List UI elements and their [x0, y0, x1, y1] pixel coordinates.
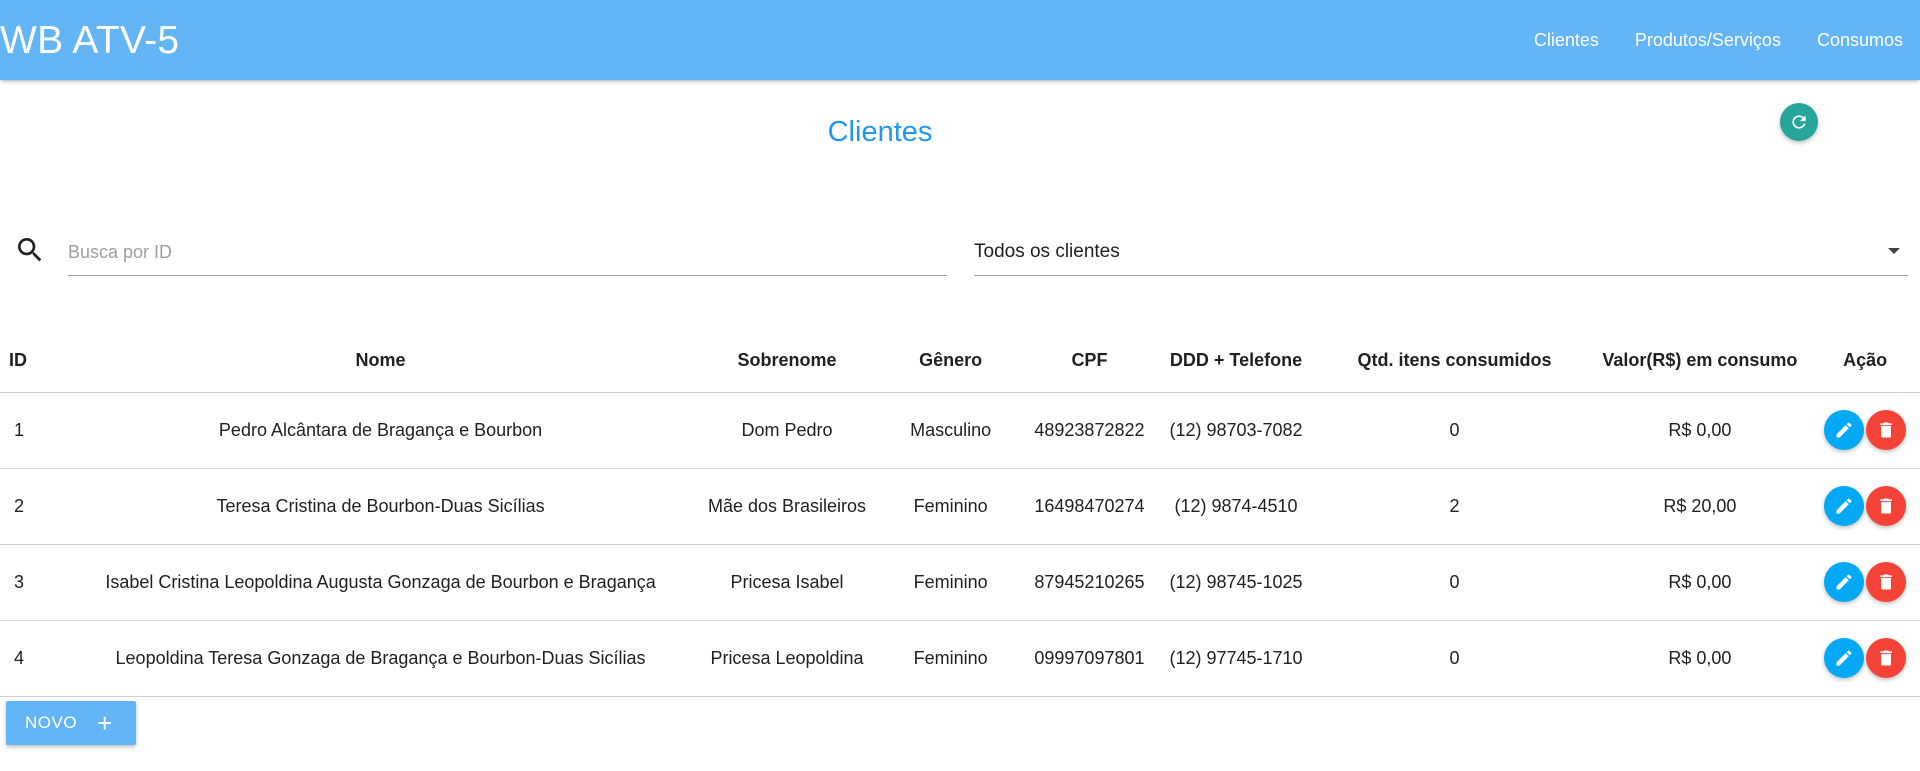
header-telefone: DDD + Telefone — [1152, 330, 1320, 393]
cell-telefone: (12) 98745-1025 — [1152, 544, 1320, 621]
new-client-button[interactable]: NOVO + — [6, 701, 136, 745]
new-client-label: NOVO — [25, 713, 78, 732]
trash-icon — [1880, 574, 1892, 590]
delete-button[interactable] — [1866, 486, 1907, 526]
cell-nome: Leopoldina Teresa Gonzaga de Bragança e … — [62, 620, 699, 697]
pencil-icon — [1836, 574, 1852, 590]
cell-qtd: 0 — [1319, 544, 1590, 621]
cell-cpf: 48923872822 — [1026, 392, 1153, 469]
cell-qtd: 0 — [1319, 392, 1590, 469]
client-filter-select[interactable]: Todos os clientes — [974, 230, 1908, 276]
cell-telefone: (12) 98703-7082 — [1152, 392, 1320, 469]
header-acao: Ação — [1810, 330, 1920, 393]
header-nome: Nome — [62, 330, 699, 393]
trash-icon — [1880, 650, 1892, 666]
search-input[interactable] — [68, 230, 947, 276]
refresh-button[interactable] — [1780, 103, 1818, 141]
client-filter-value: Todos os clientes — [974, 241, 1120, 262]
cell-cpf: 87945210265 — [1026, 544, 1153, 621]
cell-cpf: 09997097801 — [1026, 620, 1153, 697]
nav-item-produtos-servicos[interactable]: Produtos/Serviços — [1635, 30, 1781, 51]
cell-genero: Feminino — [875, 620, 1027, 697]
cell-sobrenome: Pricesa Isabel — [698, 544, 876, 621]
cell-genero: Feminino — [875, 468, 1027, 545]
header-valor: Valor(R$) em consumo — [1589, 330, 1811, 393]
pencil-icon — [1836, 650, 1852, 666]
trash-icon — [1880, 422, 1892, 438]
cell-acao — [1810, 392, 1920, 469]
cell-telefone: (12) 9874-4510 — [1152, 468, 1320, 545]
header-cpf: CPF — [1026, 330, 1153, 393]
cell-telefone: (12) 97745-1710 — [1152, 620, 1320, 697]
cell-valor: R$ 20,00 — [1589, 468, 1811, 545]
delete-button[interactable] — [1866, 562, 1907, 602]
edit-button[interactable] — [1824, 486, 1865, 526]
table-row: 1 Pedro Alcântara de Bragança e Bourbon … — [0, 392, 1920, 469]
page-title: Clientes — [827, 116, 933, 148]
cell-acao — [1810, 544, 1920, 621]
caret-down-icon — [1888, 248, 1900, 254]
cell-qtd: 2 — [1319, 468, 1590, 545]
delete-button[interactable] — [1866, 410, 1907, 450]
clients-table: ID Nome Sobrenome Gênero CPF DDD + Telef… — [0, 330, 1920, 697]
table-header-row: ID Nome Sobrenome Gênero CPF DDD + Telef… — [0, 330, 1920, 393]
nav-links: Clientes Produtos/Serviços Consumos — [1498, 0, 1903, 80]
table-row: 2 Teresa Cristina de Bourbon-Duas Sicíli… — [0, 468, 1920, 545]
cell-sobrenome: Dom Pedro — [698, 392, 876, 469]
header-id: ID — [0, 330, 63, 393]
nav-item-consumos[interactable]: Consumos — [1817, 30, 1903, 51]
cell-nome: Pedro Alcântara de Bragança e Bourbon — [62, 392, 699, 469]
header-sobrenome: Sobrenome — [698, 330, 876, 393]
cell-valor: R$ 0,00 — [1589, 544, 1811, 621]
cell-genero: Masculino — [875, 392, 1027, 469]
cell-id: 4 — [0, 620, 63, 697]
edit-button[interactable] — [1824, 410, 1865, 450]
cell-genero: Feminino — [875, 544, 1027, 621]
cell-nome: Isabel Cristina Leopoldina Augusta Gonza… — [62, 544, 699, 621]
table-row: 3 Isabel Cristina Leopoldina Augusta Gon… — [0, 544, 1920, 621]
cell-qtd: 0 — [1319, 620, 1590, 697]
nav-item-clientes[interactable]: Clientes — [1534, 30, 1599, 51]
plus-icon: + — [97, 708, 113, 738]
cell-nome: Teresa Cristina de Bourbon-Duas Sicílias — [62, 468, 699, 545]
brand-logo[interactable]: WB ATV-5 — [0, 18, 179, 64]
search-icon — [18, 238, 42, 262]
trash-icon — [1880, 498, 1892, 514]
edit-button[interactable] — [1824, 562, 1865, 602]
cell-acao — [1810, 468, 1920, 545]
cell-sobrenome: Pricesa Leopoldina — [698, 620, 876, 697]
cell-cpf: 16498470274 — [1026, 468, 1153, 545]
navbar: WB ATV-5 Clientes Produtos/Serviços Cons… — [0, 0, 1920, 80]
delete-button[interactable] — [1866, 638, 1907, 678]
cell-acao — [1810, 620, 1920, 697]
pencil-icon — [1836, 422, 1852, 438]
cell-id: 2 — [0, 468, 63, 545]
refresh-icon — [1792, 115, 1806, 129]
cell-sobrenome: Mãe dos Brasileiros — [698, 468, 876, 545]
cell-id: 1 — [0, 392, 63, 469]
header-qtd-itens: Qtd. itens consumidos — [1319, 330, 1590, 393]
cell-valor: R$ 0,00 — [1589, 620, 1811, 697]
edit-button[interactable] — [1824, 638, 1865, 678]
cell-id: 3 — [0, 544, 63, 621]
table-row: 4 Leopoldina Teresa Gonzaga de Bragança … — [0, 620, 1920, 697]
cell-valor: R$ 0,00 — [1589, 392, 1811, 469]
pencil-icon — [1836, 498, 1852, 514]
header-genero: Gênero — [875, 330, 1027, 393]
